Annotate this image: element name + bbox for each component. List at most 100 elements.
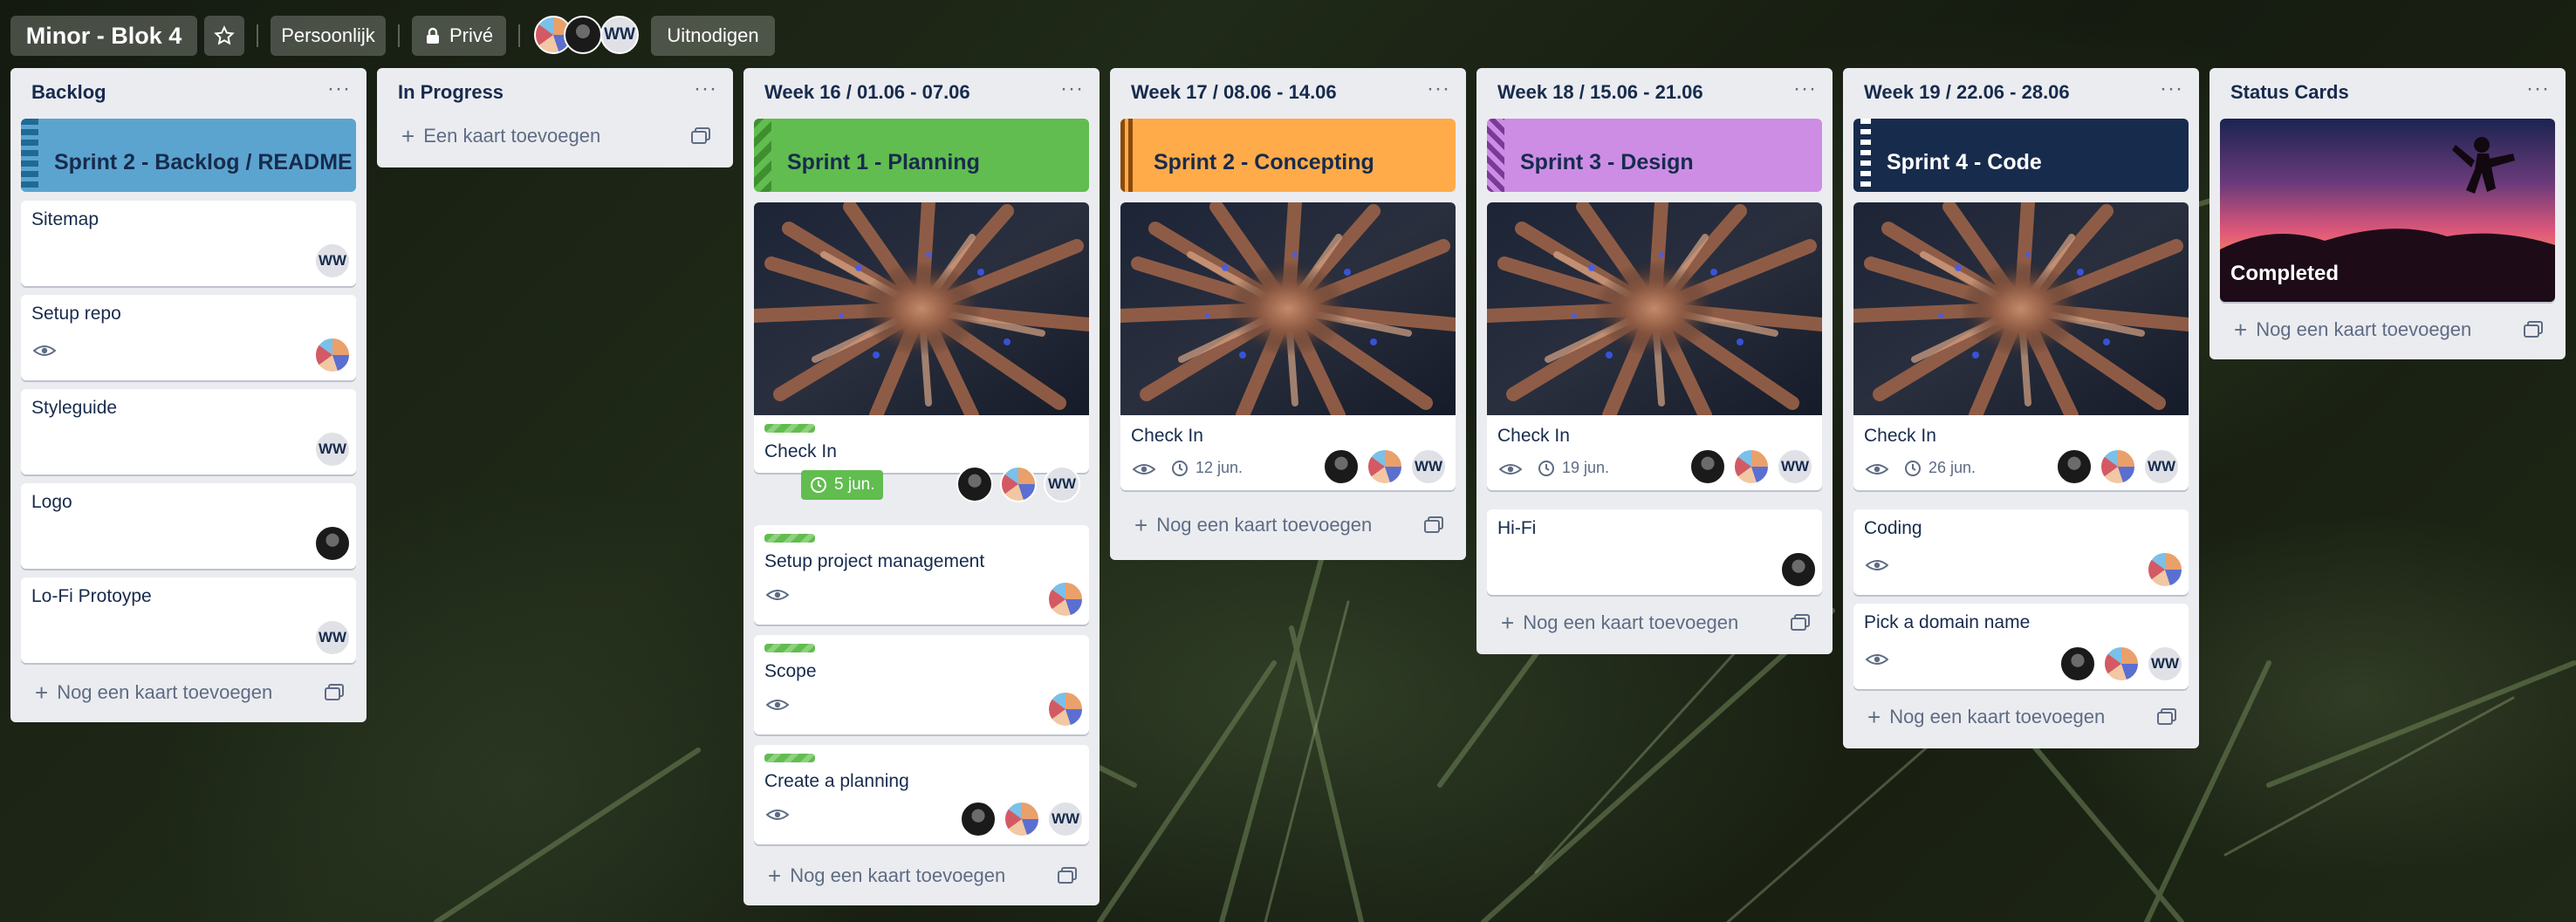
more-horizontal-icon[interactable]: ···: [1793, 79, 1817, 99]
member-avatar[interactable]: [1733, 448, 1770, 485]
add-card-button[interactable]: + Nog een kaart toevoegen: [1120, 506, 1456, 544]
card-hi-fi[interactable]: Hi-Fi: [1487, 509, 1822, 595]
more-horizontal-icon[interactable]: ···: [1427, 79, 1450, 99]
cover-card-sprint-2-backlog[interactable]: Sprint 2 - Backlog / README: [21, 119, 356, 192]
header-divider: [518, 24, 520, 47]
add-card-button[interactable]: + Nog een kaart toevoegen: [1853, 698, 2189, 736]
member-avatar[interactable]: WW: [600, 16, 639, 54]
more-horizontal-icon[interactable]: ···: [2526, 79, 2550, 99]
cover-card-sprint-4-code[interactable]: Sprint 4 - Code: [1853, 119, 2189, 192]
member-avatar[interactable]: WW: [314, 619, 351, 656]
card-check-in[interactable]: Check In 26 jun. WW: [1853, 202, 2189, 490]
member-avatar[interactable]: WW: [2147, 645, 2183, 682]
member-avatar[interactable]: [1323, 448, 1360, 485]
card-template-icon[interactable]: [325, 684, 344, 701]
card-template-icon[interactable]: [1424, 516, 1443, 534]
member-avatar[interactable]: [314, 337, 351, 373]
card-stripe: [1853, 119, 1871, 192]
due-date-badge[interactable]: 5 jun.: [801, 470, 884, 500]
member-avatar[interactable]: [314, 525, 351, 562]
member-avatar[interactable]: [1004, 801, 1040, 837]
member-avatar[interactable]: [2103, 645, 2140, 682]
green-label[interactable]: [764, 754, 815, 762]
team-hands-photo: [1487, 202, 1822, 415]
more-horizontal-icon[interactable]: ···: [1060, 79, 1084, 99]
member-avatar[interactable]: WW: [1044, 466, 1080, 502]
member-avatar[interactable]: [960, 801, 997, 837]
list-title[interactable]: In Progress: [398, 81, 504, 104]
member-avatar[interactable]: [1780, 551, 1817, 588]
list-title[interactable]: Week 19 / 22.06 - 28.06: [1864, 81, 2070, 104]
card-create-a-planning[interactable]: Create a planning WW: [754, 745, 1089, 844]
card-coding[interactable]: Coding: [1853, 509, 2189, 595]
due-date-badge[interactable]: 19 jun.: [1538, 459, 1609, 477]
add-card-button[interactable]: + Nog een kaart toevoegen: [754, 857, 1089, 895]
more-horizontal-icon[interactable]: ···: [694, 79, 717, 99]
list-title[interactable]: Backlog: [31, 81, 106, 104]
due-date-badge[interactable]: 12 jun.: [1171, 459, 1243, 477]
member-avatar[interactable]: WW: [1410, 448, 1447, 485]
member-avatar[interactable]: [1367, 448, 1403, 485]
card-lofi-prototype[interactable]: Lo-Fi Protoype WW: [21, 577, 356, 663]
star-button[interactable]: [204, 16, 244, 56]
member-avatar[interactable]: [564, 16, 602, 54]
card-setup-repo[interactable]: Setup repo: [21, 295, 356, 380]
member-avatar[interactable]: [2100, 448, 2136, 485]
card-logo[interactable]: Logo: [21, 483, 356, 569]
more-horizontal-icon[interactable]: ···: [2160, 79, 2183, 99]
green-label[interactable]: [764, 534, 815, 543]
card-check-in[interactable]: Check In 19 jun. WW: [1487, 202, 1822, 490]
card-title: Sprint 3 - Design: [1520, 149, 1694, 174]
list-title[interactable]: Status Cards: [2230, 81, 2349, 104]
green-label[interactable]: [764, 424, 815, 433]
member-avatar[interactable]: [1000, 466, 1037, 502]
member-avatar[interactable]: [2147, 551, 2183, 588]
cover-card-sprint-3-design[interactable]: Sprint 3 - Design: [1487, 119, 1822, 192]
card-check-in[interactable]: Check In: [754, 202, 1089, 473]
add-card-button[interactable]: + Een kaart toevoegen: [387, 117, 723, 155]
list-title[interactable]: Week 16 / 01.06 - 07.06: [764, 81, 970, 104]
list-title[interactable]: Week 18 / 15.06 - 21.06: [1497, 81, 1703, 104]
member-avatar[interactable]: [1689, 448, 1726, 485]
member-avatar[interactable]: WW: [2143, 448, 2180, 485]
member-avatar[interactable]: [2059, 645, 2096, 682]
list-title[interactable]: Week 17 / 08.06 - 14.06: [1131, 81, 1337, 104]
card-title: Sprint 1 - Planning: [787, 149, 980, 174]
member-avatar[interactable]: [1047, 581, 1084, 618]
header-divider: [398, 24, 400, 47]
team-button[interactable]: Persoonlijk: [271, 16, 386, 56]
due-date-badge[interactable]: 26 jun.: [1904, 459, 1976, 477]
card-template-icon[interactable]: [1058, 867, 1077, 884]
cover-card-sprint-1-planning[interactable]: Sprint 1 - Planning: [754, 119, 1089, 192]
card-pick-a-domain-name[interactable]: Pick a domain name WW: [1853, 604, 2189, 689]
add-card-button[interactable]: + Nog een kaart toevoegen: [21, 673, 356, 712]
add-card-button[interactable]: + Nog een kaart toevoegen: [1487, 604, 1822, 642]
card-template-icon[interactable]: [1791, 614, 1810, 632]
member-avatar[interactable]: [2056, 448, 2093, 485]
card-completed[interactable]: Completed: [2220, 119, 2555, 302]
card-template-icon[interactable]: [2157, 708, 2176, 726]
card-template-icon[interactable]: [2524, 321, 2543, 338]
board-title[interactable]: Minor - Blok 4: [10, 16, 197, 56]
card-scope[interactable]: Scope: [754, 635, 1089, 734]
member-avatar[interactable]: WW: [1777, 448, 1813, 485]
card-setup-project-management[interactable]: Setup project management: [754, 525, 1089, 625]
add-card-button[interactable]: + Nog een kaart toevoegen: [2220, 311, 2555, 349]
more-horizontal-icon[interactable]: ···: [327, 79, 351, 99]
cover-card-sprint-2-concepting[interactable]: Sprint 2 - Concepting: [1120, 119, 1456, 192]
eye-icon: [1133, 464, 1155, 475]
invite-button[interactable]: Uitnodigen: [651, 16, 775, 56]
member-avatar[interactable]: WW: [1047, 801, 1084, 837]
member-avatar[interactable]: WW: [314, 431, 351, 468]
visibility-button[interactable]: Privé: [412, 16, 506, 56]
card-template-icon[interactable]: [691, 127, 710, 145]
member-avatar[interactable]: [1047, 691, 1084, 727]
member-avatar[interactable]: WW: [314, 242, 351, 279]
card-check-in[interactable]: Check In 12 jun. WW: [1120, 202, 1456, 490]
plus-icon: +: [1867, 703, 1881, 730]
member-avatar[interactable]: [956, 466, 993, 502]
green-label[interactable]: [764, 644, 815, 652]
card-styleguide[interactable]: Styleguide WW: [21, 389, 356, 475]
card-sitemap[interactable]: Sitemap WW: [21, 201, 356, 286]
list-week-16: Week 16 / 01.06 - 07.06 ··· Sprint 1 - P…: [743, 68, 1100, 905]
